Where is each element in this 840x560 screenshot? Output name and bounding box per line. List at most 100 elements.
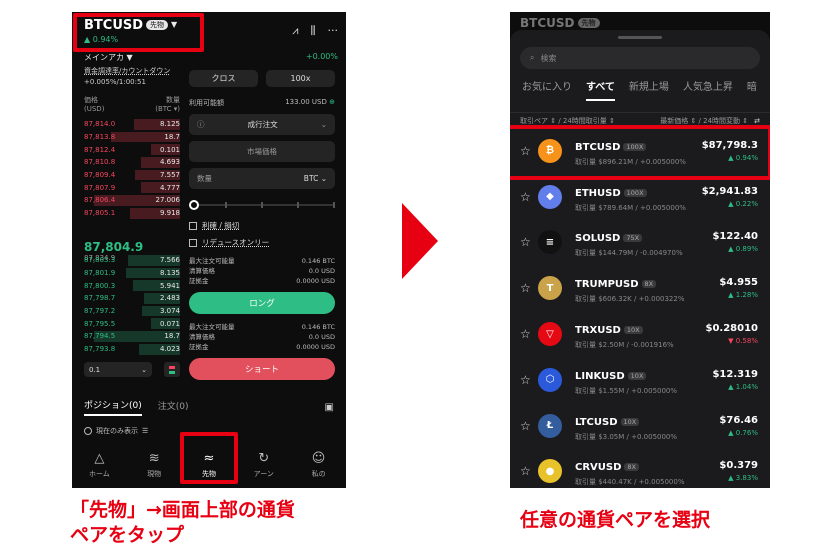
leverage-badge: 75X — [623, 234, 643, 243]
ask-qty: 7.557 — [159, 171, 180, 180]
bid-qty: 8.135 — [159, 269, 180, 278]
ask-row[interactable]: 87,812.4 0.101 — [84, 143, 180, 156]
bid-row[interactable]: 87,803.3 7.566 — [84, 254, 180, 267]
bid-qty: 7.566 — [159, 256, 180, 265]
favorite-star-icon[interactable]: ☆ — [520, 419, 538, 433]
show-current-label: 現在のみ表示 — [96, 427, 138, 435]
order-form: クロス 100x 利用可能額 133.00 USD ⊕ ⓘ 成行注文 ⌄ 市場価… — [189, 70, 335, 380]
nav-me[interactable]: ☺ 私の — [299, 451, 339, 479]
ask-row[interactable]: 87,809.4 7.557 — [84, 169, 180, 182]
long-button[interactable]: ロング — [189, 292, 335, 314]
price-unit: (USD) — [84, 105, 105, 113]
background-pair: BTCUSD 先物 — [520, 16, 600, 30]
bid-price: 87,803.3 — [84, 256, 116, 265]
pair-row-ltcusd[interactable]: ☆ Ł LTCUSD 10X 取引量 $3.05M / +0.005000% $76.46… — [510, 403, 770, 449]
account-selector[interactable]: メインアカ ▼ — [84, 52, 133, 63]
ask-row[interactable]: 87,810.8 4.693 — [84, 156, 180, 169]
nav-earn[interactable]: ↻ アーン — [244, 451, 284, 479]
highlight-btcusd-row — [510, 125, 770, 180]
orderbook-layout-icon[interactable] — [164, 362, 180, 377]
tutorial-canvas: BTCUSD 先物 ▼ ▲ 0.94% ⩘ ⫼ ··· メインアカ ▼ +0.00%… — [0, 0, 840, 560]
favorite-star-icon[interactable]: ☆ — [520, 190, 538, 204]
category-tabs: お気に入り すべて 新規上場 人気急上昇 暗 — [522, 78, 757, 101]
leverage-badge: 10X — [623, 326, 643, 335]
pnl-indicator: +0.00% — [305, 52, 338, 61]
leverage-button[interactable]: 100x — [266, 70, 335, 87]
pair-row-solusd[interactable]: ☆ ≡ SOLUSD 75X 取引量 $144.79M / -0.004970% $122… — [510, 220, 770, 266]
long-info-row: 最大注文可能量 0.146 BTC — [189, 257, 335, 265]
quantity-unit: BTC — [303, 174, 319, 183]
bid-row[interactable]: 87,793.8 4.023 — [84, 343, 180, 356]
tpsl-checkbox[interactable]: 利確 / 損切 — [189, 220, 335, 231]
nav-spot[interactable]: ≋ 現物 — [134, 450, 174, 479]
pair-volume: 取引量 $606.32K / +0.000322% — [575, 295, 685, 304]
history-icon[interactable]: ▣ — [325, 402, 334, 413]
pair-change: ▲ 1.28% — [728, 291, 758, 300]
ask-row[interactable]: 87,814.0 8.125 — [84, 118, 180, 131]
favorite-star-icon[interactable]: ☆ — [520, 235, 538, 249]
sort-price-change[interactable]: 最新価格 ⇕ / 24時間変動 ⇕ — [660, 116, 748, 126]
ask-qty: 8.125 — [159, 120, 180, 129]
tab-positions[interactable]: ポジション(0) — [84, 398, 142, 416]
sort-pair-volume[interactable]: 取引ペア ⇕ / 24時間取引量 ⇕ — [520, 116, 615, 126]
chart-icon[interactable]: ⩘ — [292, 24, 298, 38]
candles-icon[interactable]: ⫼ — [310, 24, 315, 38]
short-info-row: 証拠金 0.0000 USD — [189, 343, 335, 351]
add-funds-icon[interactable]: ⊕ — [329, 98, 335, 106]
pair-row-linkusd[interactable]: ☆ ⬡ LINKUSD 10X 取引量 $1.55M / +0.005000% $12.3… — [510, 357, 770, 403]
pair-row-ethusd[interactable]: ☆ ◆ ETHUSD 100X 取引量 $789.64M / +0.005000% $2,… — [510, 174, 770, 220]
pair-row-crvusd[interactable]: ☆ ● CRVUSD 8X 取引量 $440.47K / +0.005000% $0.37… — [510, 449, 770, 488]
search-input[interactable]: ⌕ 検索 — [520, 47, 760, 69]
chevron-down-icon: ⌄ — [320, 120, 327, 129]
favorite-star-icon[interactable]: ☆ — [520, 281, 538, 295]
tab-orders[interactable]: 注文(0) — [158, 399, 189, 415]
quantity-field[interactable]: 数量 BTC ⌄ — [189, 168, 335, 189]
bid-row[interactable]: 87,795.5 0.071 — [84, 317, 180, 330]
bid-row[interactable]: 87,800.3 5.941 — [84, 279, 180, 292]
slider-handle[interactable] — [189, 200, 199, 210]
price-field[interactable]: 市場価格 — [189, 141, 335, 162]
ask-row[interactable]: 87,807.9 4.777 — [84, 181, 180, 194]
bid-row[interactable]: 87,797.2 3.074 — [84, 305, 180, 318]
tab-favorites[interactable]: お気に入り — [522, 78, 572, 101]
ask-row[interactable]: 87,813.8 18.7 — [84, 131, 180, 144]
depth-select[interactable]: 0.1 ⌄ — [84, 362, 152, 377]
filter-icon[interactable]: ☰ — [142, 427, 148, 435]
tab-new-listing[interactable]: 新規上場 — [629, 78, 669, 101]
ask-row[interactable]: 87,805.1 9.918 — [84, 207, 180, 220]
coin-logo-icon: ● — [538, 459, 562, 484]
long-info-row: 清算価格 0.0 USD — [189, 267, 335, 275]
swap-icon[interactable]: ⇄ — [754, 117, 760, 125]
margin-mode-button[interactable]: クロス — [189, 70, 258, 87]
funding-value: +0.005%/1:00:51 — [84, 78, 146, 86]
bid-row[interactable]: 87,801.9 8.135 — [84, 267, 180, 280]
favorite-star-icon[interactable]: ☆ — [520, 464, 538, 478]
spot-icon: ≋ — [148, 450, 160, 466]
sheet-grabber[interactable] — [618, 36, 662, 39]
pair-symbol: ETHUSD — [575, 187, 621, 199]
pair-row-trumpusd[interactable]: ☆ T TRUMPUSD 8X 取引量 $606.32K / +0.000322% $4.… — [510, 265, 770, 311]
long-info-row: 証拠金 0.0000 USD — [189, 277, 335, 285]
pair-row-trxusd[interactable]: ☆ ▽ TRXUSD 10X 取引量 $2.50M / -0.001916% $0.280… — [510, 311, 770, 357]
ask-row[interactable]: 87,806.4 27.006 — [84, 194, 180, 207]
reduce-only-checkbox[interactable]: リデュースオンリー — [189, 237, 335, 248]
order-type-select[interactable]: ⓘ 成行注文 ⌄ — [189, 114, 335, 135]
bid-row[interactable]: 87,794.5 18.7 — [84, 330, 180, 343]
bid-qty: 0.071 — [159, 319, 180, 328]
short-button[interactable]: ショート — [189, 358, 335, 380]
quantity-slider[interactable] — [189, 200, 335, 210]
bid-qty: 5.941 — [159, 281, 180, 290]
order-type-label: 成行注文 — [247, 120, 278, 129]
quantity-label: 数量 — [197, 174, 212, 183]
favorite-star-icon[interactable]: ☆ — [520, 327, 538, 341]
tab-trending[interactable]: 人気急上昇 — [683, 78, 733, 101]
favorite-star-icon[interactable]: ☆ — [520, 373, 538, 387]
tab-more[interactable]: 暗 — [747, 78, 757, 101]
search-icon: ⌕ — [530, 53, 535, 62]
bid-row[interactable]: 87,798.7 2.483 — [84, 292, 180, 305]
show-current-toggle[interactable]: 現在のみ表示 ☰ — [84, 426, 148, 436]
nav-home[interactable]: △ ホーム — [79, 451, 119, 479]
more-icon[interactable]: ··· — [328, 24, 339, 38]
tab-all[interactable]: すべて — [586, 78, 615, 101]
qty-unit-selector[interactable]: (BTC ▾) — [155, 105, 180, 114]
